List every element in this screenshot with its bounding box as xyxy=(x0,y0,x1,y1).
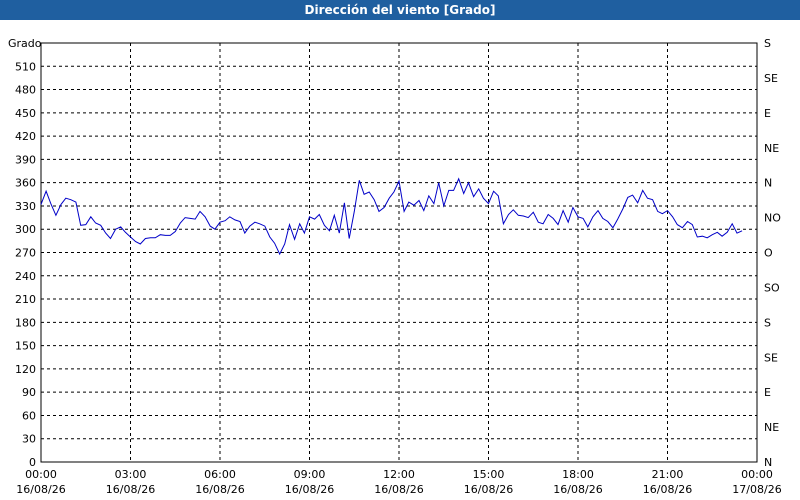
x-tick-time: 03:00 xyxy=(115,468,147,481)
compass-tick-label: S xyxy=(764,37,771,50)
y-tick-label: 510 xyxy=(15,60,36,73)
compass-tick-label: E xyxy=(764,107,771,120)
y-tick-label: 150 xyxy=(15,340,36,353)
y-tick-label: 60 xyxy=(22,409,36,422)
y-tick-label: 390 xyxy=(15,153,36,166)
x-tick-date: 16/08/26 xyxy=(643,483,692,496)
x-tick-date: 16/08/26 xyxy=(195,483,244,496)
y-tick-label: 240 xyxy=(15,270,36,283)
y-axis-label: Grado xyxy=(8,37,42,50)
compass-tick-label: O xyxy=(764,247,773,260)
x-tick-date: 16/08/26 xyxy=(106,483,155,496)
x-tick-time: 12:00 xyxy=(383,468,415,481)
wind-direction-chart: Grado 0306090120150180210240270300330360… xyxy=(8,37,782,496)
y-tick-label: 210 xyxy=(15,293,36,306)
y-tick-label: 30 xyxy=(22,433,36,446)
x-tick-date: 16/08/26 xyxy=(553,483,602,496)
y-tick-label: 120 xyxy=(15,363,36,376)
x-tick-time: 00:00 xyxy=(25,468,57,481)
compass-tick-label: NO xyxy=(764,212,781,225)
y-tick-label: 480 xyxy=(15,84,36,97)
y-tick-label: 360 xyxy=(15,177,36,190)
y-tick-label: 330 xyxy=(15,200,36,213)
y-tick-label: 450 xyxy=(15,107,36,120)
y-tick-label: 270 xyxy=(15,247,36,260)
x-tick-time: 15:00 xyxy=(473,468,505,481)
compass-tick-label: NE xyxy=(764,142,779,155)
y-tick-label: 420 xyxy=(15,130,36,143)
x-tick-date: 16/08/26 xyxy=(16,483,65,496)
grid xyxy=(41,43,757,462)
compass-tick-label: SE xyxy=(764,72,778,85)
compass-tick-label: NE xyxy=(764,421,779,434)
compass-tick-labels: NNEESESSOONONNEESES xyxy=(764,37,781,469)
x-tick-time: 06:00 xyxy=(204,468,236,481)
compass-tick-label: S xyxy=(764,316,771,329)
compass-tick-label: SE xyxy=(764,351,778,364)
compass-tick-label: N xyxy=(764,177,772,190)
y-tick-label: 300 xyxy=(15,223,36,236)
x-tick-date: 16/08/26 xyxy=(285,483,334,496)
x-tick-time: 18:00 xyxy=(562,468,594,481)
x-tick-time: 21:00 xyxy=(652,468,684,481)
y-tick-labels: 0306090120150180210240270300330360390420… xyxy=(15,60,36,469)
x-tick-time: 09:00 xyxy=(294,468,326,481)
x-tick-date: 16/08/26 xyxy=(374,483,423,496)
compass-tick-label: E xyxy=(764,386,771,399)
y-tick-label: 90 xyxy=(22,386,36,399)
compass-tick-label: SO xyxy=(764,281,780,294)
chart-title: Dirección del viento [Grado] xyxy=(0,0,800,20)
series-line xyxy=(40,177,743,256)
x-tick-labels: 00:00 16/08/26 03:00 16/08/26 06:00 16/08/26 0… xyxy=(16,468,781,496)
x-tick-date: 17/08/26 xyxy=(732,483,781,496)
x-tick-time: 00:00 xyxy=(741,468,773,481)
y-tick-label: 180 xyxy=(15,316,36,329)
x-tick-date: 16/08/26 xyxy=(464,483,513,496)
